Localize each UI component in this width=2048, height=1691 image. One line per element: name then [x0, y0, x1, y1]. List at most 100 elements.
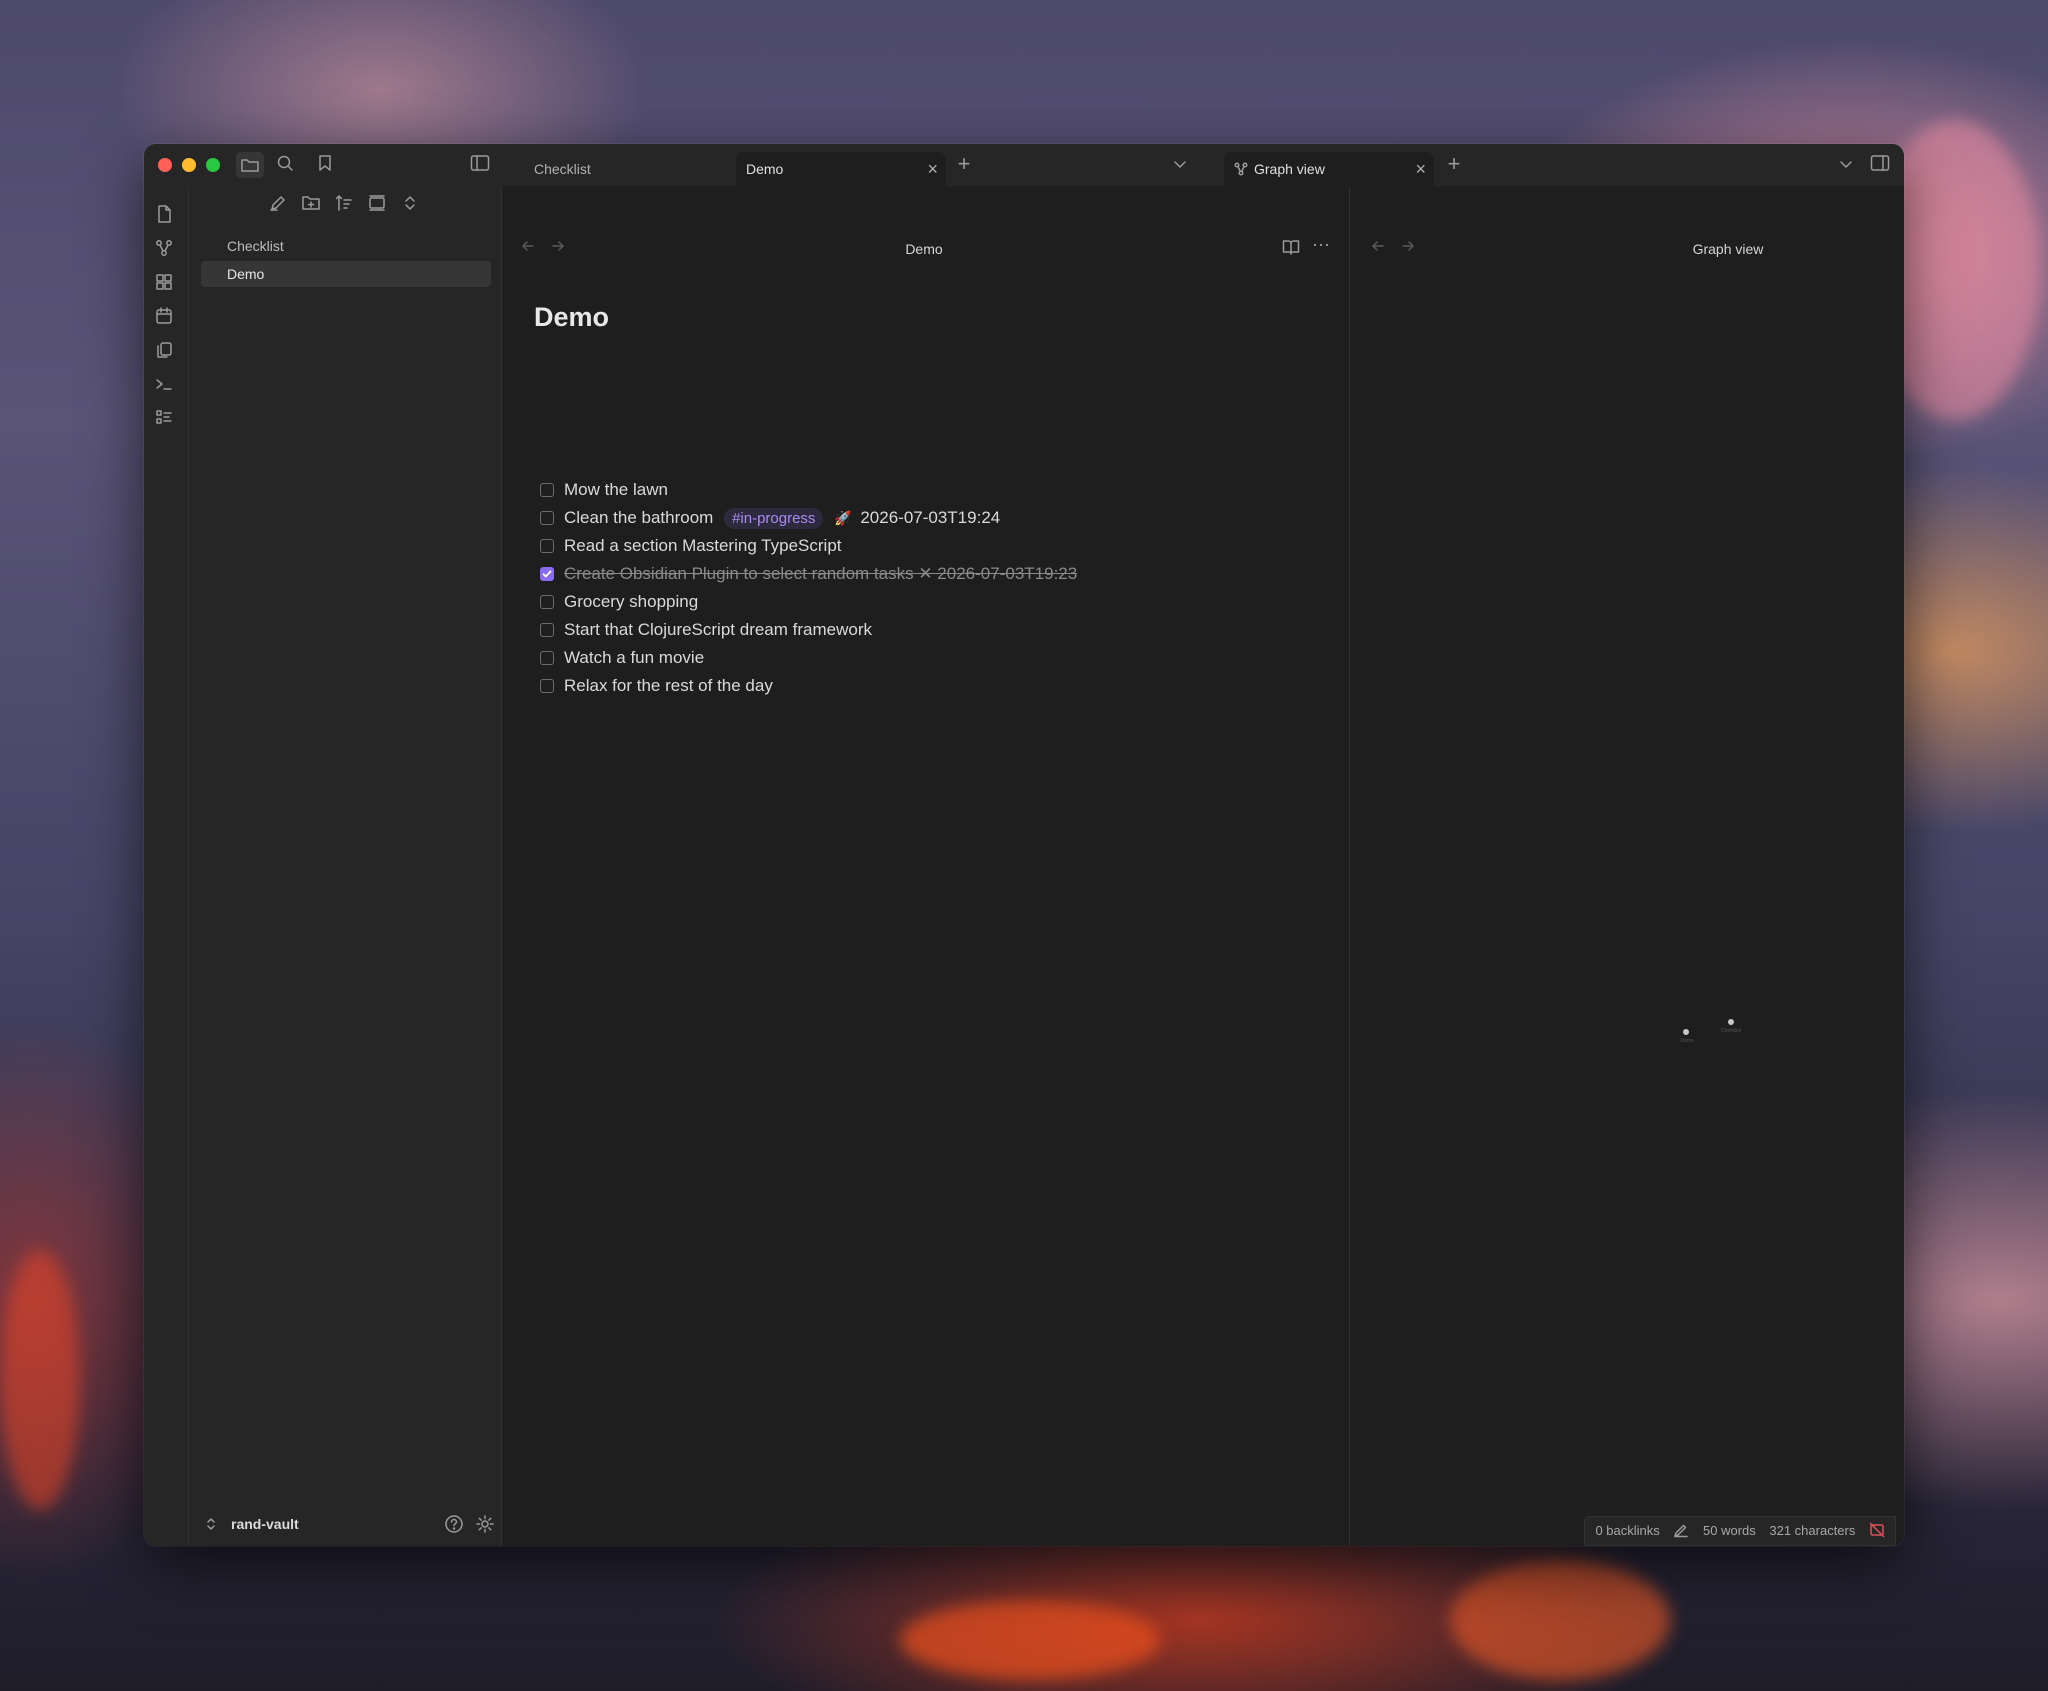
- backlinks-count[interactable]: 0 backlinks: [1595, 1523, 1659, 1538]
- sidebar-right-icon: [1870, 155, 1890, 171]
- folder-icon: [241, 159, 259, 172]
- tab-label: Checklist: [534, 161, 591, 177]
- title-bar: Checklist Demo × + Graph view × +: [144, 144, 1904, 186]
- help-icon: [445, 1515, 463, 1533]
- open-command-palette-button[interactable]: [154, 374, 178, 398]
- sidebar-left-icon: [470, 155, 490, 171]
- more-options-button[interactable]: ⋯: [1310, 234, 1332, 256]
- tab-list-chevron-down-icon[interactable]: [1834, 155, 1858, 175]
- pane-header-title: Graph view: [1692, 241, 1764, 257]
- collapse-all-button[interactable]: [401, 194, 423, 216]
- copy-icon: [157, 342, 172, 358]
- task-checkbox-checked[interactable]: [540, 567, 554, 581]
- pane-header-title: Demo: [905, 241, 943, 257]
- folder-plus-icon: [302, 196, 320, 210]
- task-checkbox[interactable]: [540, 595, 554, 609]
- close-window-button[interactable]: [158, 158, 172, 172]
- task-text[interactable]: Relax for the rest of the day: [564, 672, 773, 700]
- new-note-button[interactable]: [269, 194, 291, 216]
- toggle-right-sidebar-button[interactable]: [1870, 154, 1892, 176]
- toggle-left-sidebar-button[interactable]: [470, 154, 492, 176]
- new-tab-button[interactable]: +: [952, 153, 976, 175]
- navigate-forward-button[interactable]: [550, 238, 570, 258]
- app-window: Checklist Demo × + Graph view × + Checkl…: [144, 144, 1904, 1546]
- open-canvas-button[interactable]: [154, 272, 178, 296]
- arrow-right-icon: [552, 241, 564, 251]
- vault-switcher[interactable]: rand-vault: [205, 1512, 405, 1536]
- files-button[interactable]: [236, 152, 264, 178]
- change-sort-order-button[interactable]: [335, 194, 357, 216]
- graph-node-label: Demo: [1680, 1038, 1694, 1044]
- graph-node-dot: [1728, 1019, 1734, 1025]
- reading-view-button[interactable]: [1282, 238, 1304, 260]
- tab-checklist[interactable]: Checklist: [524, 152, 724, 186]
- terminal-icon: [156, 379, 172, 390]
- list-icon: [156, 410, 172, 424]
- graph-node-checklist[interactable]: Checklist: [1714, 1019, 1748, 1039]
- task-checkbox[interactable]: [540, 483, 554, 497]
- task-text[interactable]: Create Obsidian Plugin to select random …: [564, 560, 1077, 588]
- calendar-icon: [156, 307, 172, 324]
- file-item-demo[interactable]: Demo: [201, 261, 491, 287]
- settings-button[interactable]: [475, 1514, 495, 1534]
- gear-icon: [476, 1515, 494, 1533]
- tab-graph-view[interactable]: Graph view ×: [1224, 152, 1434, 186]
- character-count: 321 characters: [1769, 1523, 1856, 1538]
- minimize-window-button[interactable]: [182, 158, 196, 172]
- sort-icon: [335, 195, 352, 211]
- task-text[interactable]: Read a section Mastering TypeScript: [564, 532, 842, 560]
- graph-icon: [156, 240, 172, 256]
- vault-name: rand-vault: [231, 1516, 299, 1532]
- search-button[interactable]: [276, 154, 298, 176]
- tag-in-progress[interactable]: #in-progress: [724, 508, 824, 529]
- task-checkbox[interactable]: [540, 539, 554, 553]
- word-count: 50 words: [1703, 1523, 1756, 1538]
- navigate-back-button[interactable]: [1370, 238, 1390, 258]
- arrow-right-icon: [1402, 241, 1414, 251]
- reveal-icon: [369, 195, 385, 211]
- file-label: Demo: [227, 266, 265, 282]
- arrow-left-icon: [1372, 241, 1384, 251]
- task-text[interactable]: Grocery shopping: [564, 588, 698, 616]
- task-text[interactable]: Mow the lawn: [564, 476, 668, 504]
- file-label: Checklist: [227, 238, 284, 254]
- sync-off-icon[interactable]: [1869, 1522, 1885, 1538]
- navigate-back-button[interactable]: [520, 238, 540, 258]
- bookmark-icon: [319, 155, 331, 171]
- pencil-icon[interactable]: [1673, 1522, 1689, 1538]
- new-tab-button[interactable]: +: [1442, 153, 1466, 175]
- graph-node-label: Checklist: [1720, 1028, 1742, 1034]
- tab-label: Graph view: [1254, 161, 1325, 177]
- tab-list-chevron-down-icon[interactable]: [1168, 155, 1192, 175]
- task-checkbox[interactable]: [540, 651, 554, 665]
- task-text-row[interactable]: Clean the bathroom #in-progress 🚀 2026-0…: [564, 504, 1000, 533]
- graph-node-demo[interactable]: Demo: [1672, 1029, 1702, 1049]
- task-checkbox[interactable]: [540, 679, 554, 693]
- open-quick-switcher-button[interactable]: [154, 204, 178, 228]
- insert-template-button[interactable]: [154, 340, 178, 364]
- maximize-window-button[interactable]: [206, 158, 220, 172]
- open-daily-note-button[interactable]: [154, 306, 178, 330]
- file-item-checklist[interactable]: Checklist: [201, 233, 491, 259]
- task-checkbox[interactable]: [540, 623, 554, 637]
- task-list-button[interactable]: [154, 408, 178, 432]
- bookmarks-button[interactable]: [316, 154, 338, 176]
- lava-glow: [1450, 1560, 1670, 1680]
- task-text[interactable]: Start that ClojureScript dream framework: [564, 616, 872, 644]
- ribbon: [144, 186, 189, 1546]
- edit-icon: [270, 196, 285, 211]
- task-text[interactable]: Watch a fun movie: [564, 644, 704, 672]
- chevrons-up-down-icon: [207, 1518, 215, 1530]
- auto-reveal-button[interactable]: [368, 194, 390, 216]
- task-checkbox[interactable]: [540, 511, 554, 525]
- new-folder-button[interactable]: [302, 194, 324, 216]
- tab-demo[interactable]: Demo ×: [736, 152, 946, 186]
- canvas-icon: [156, 274, 172, 290]
- graph-icon: [1234, 162, 1248, 176]
- open-graph-view-button[interactable]: [154, 238, 178, 262]
- close-tab-icon[interactable]: ×: [1415, 152, 1426, 186]
- help-button[interactable]: [444, 1514, 464, 1534]
- navigate-forward-button[interactable]: [1400, 238, 1420, 258]
- close-tab-icon[interactable]: ×: [927, 152, 938, 186]
- graph-view-pane: Graph view ⋯ Demo Checklist 0 backlinks …: [1349, 186, 1904, 1546]
